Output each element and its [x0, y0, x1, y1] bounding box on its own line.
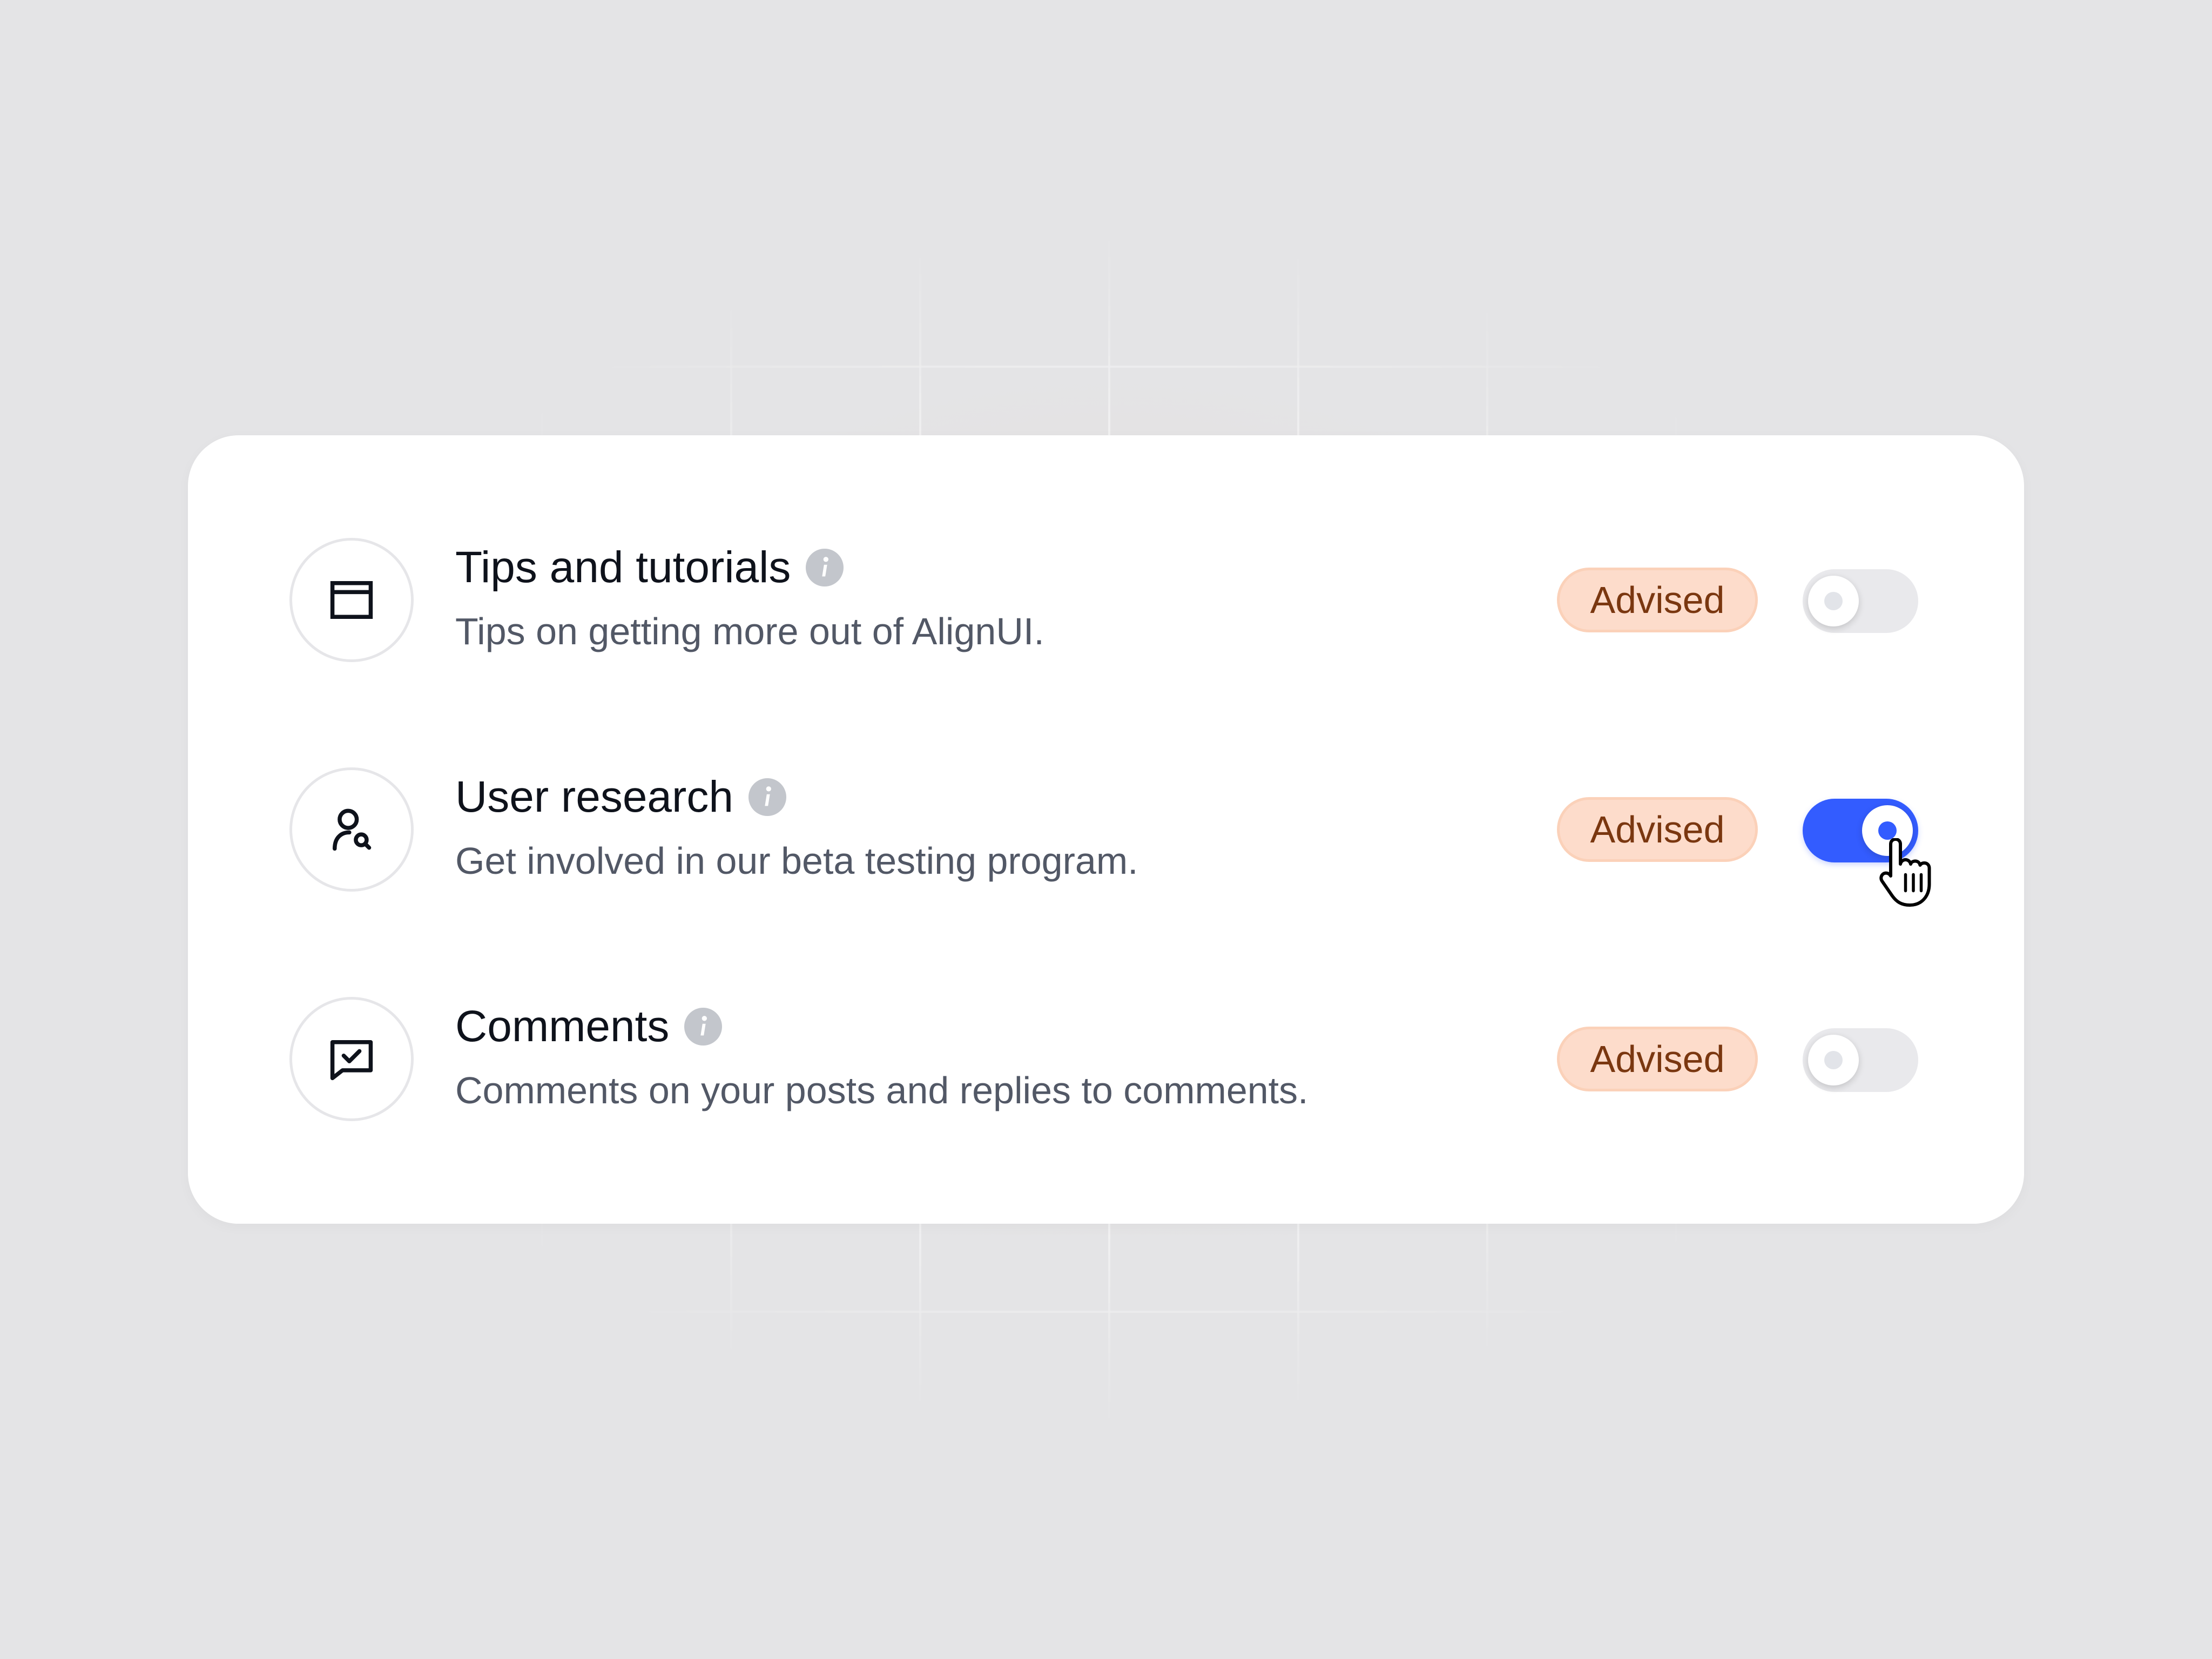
tips-toggle[interactable]	[1803, 569, 1918, 633]
info-icon[interactable]	[806, 549, 844, 586]
advised-badge: Advised	[1557, 1027, 1758, 1091]
setting-description: Tips on getting more out of AlignUI.	[455, 610, 1044, 652]
setting-description: Get involved in our beta testing program…	[455, 840, 1138, 882]
setting-row-comments: Comments Comments on your posts and repl…	[188, 997, 2024, 1124]
toggle-knob	[1808, 576, 1859, 626]
setting-title: Comments	[455, 1002, 670, 1051]
setting-row-tips: Tips and tutorials Tips on getting more …	[188, 538, 2024, 665]
hand-pointer-cursor-icon	[1879, 838, 1931, 907]
comments-toggle[interactable]	[1803, 1028, 1918, 1092]
chat-check-icon	[289, 997, 414, 1121]
info-icon[interactable]	[684, 1008, 723, 1046]
setting-description: Comments on your posts and replies to co…	[455, 1069, 1309, 1111]
info-icon[interactable]	[748, 778, 786, 816]
advised-badge: Advised	[1557, 568, 1758, 632]
setting-title: User research	[455, 772, 733, 821]
setting-row-user-research: User research Get involved in our beta t…	[188, 767, 2024, 895]
setting-title: Tips and tutorials	[455, 543, 791, 592]
toggle-knob	[1808, 1035, 1859, 1085]
notification-settings-card: Tips and tutorials Tips on getting more …	[188, 435, 2024, 1224]
advised-badge: Advised	[1557, 797, 1758, 862]
window-icon	[289, 538, 414, 662]
user-search-icon	[289, 767, 414, 892]
